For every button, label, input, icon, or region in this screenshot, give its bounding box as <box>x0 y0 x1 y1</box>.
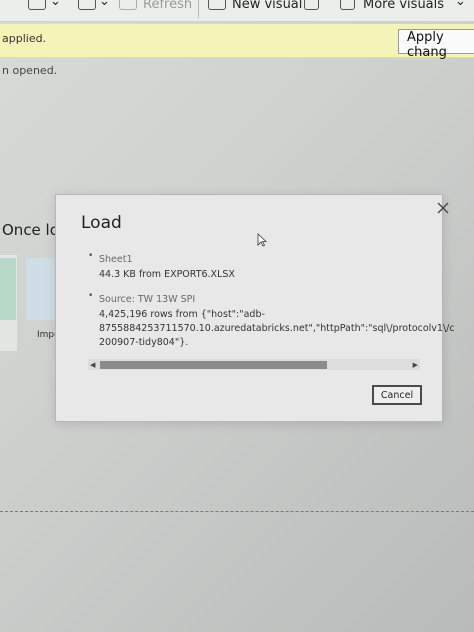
mouse-cursor-icon <box>257 233 267 247</box>
chevron-down-icon[interactable]: ⌄ <box>455 0 466 9</box>
card-thumbnail <box>0 258 16 320</box>
status-text: n opened. <box>2 64 58 77</box>
chevron-down-icon[interactable]: ⌄ <box>99 0 110 9</box>
item-detail: 200907-tidy804"}. <box>99 337 189 348</box>
scroll-right-icon[interactable]: ▶ <box>413 361 418 369</box>
close-icon[interactable] <box>436 201 450 215</box>
history-icon[interactable] <box>28 0 46 10</box>
dialog-title: Load <box>81 213 122 233</box>
horizontal-scrollbar[interactable]: ◀ ▶ <box>88 359 420 370</box>
item-detail: 44.3 KB from EXPORT6.XLSX <box>99 269 235 280</box>
toolbar-separator <box>198 0 199 18</box>
refresh-button[interactable]: Refresh <box>143 0 192 12</box>
pending-changes-banner: applied. Apply chang <box>0 24 474 60</box>
scroll-left-icon[interactable]: ◀ <box>90 361 95 369</box>
visual-gallery-icon[interactable] <box>340 0 355 10</box>
load-dialog: Load • Sheet1 44.3 KB from EXPORT6.XLSX … <box>55 194 455 422</box>
item-detail: 4,425,196 rows from {"host":"adb- <box>99 309 265 320</box>
item-name: Sheet1 <box>99 254 133 265</box>
divider <box>0 511 474 512</box>
bullet-icon: • <box>88 291 94 301</box>
refresh-icon[interactable] <box>119 0 137 10</box>
apply-changes-button[interactable]: Apply chang <box>398 29 474 60</box>
bullet-icon: • <box>88 251 94 261</box>
text-box-icon[interactable] <box>304 0 319 10</box>
scrollbar-thumb[interactable] <box>100 361 327 369</box>
banner-text: applied. <box>2 32 47 45</box>
chevron-down-icon[interactable]: ⌄ <box>50 0 61 9</box>
new-visual-button[interactable]: New visual <box>232 0 302 12</box>
cancel-button[interactable]: Cancel <box>372 385 422 405</box>
more-visuals-button[interactable]: More visuals <box>363 0 444 12</box>
item-name: Source: TW 13W SPI <box>99 294 196 305</box>
edit-icon[interactable] <box>78 0 96 10</box>
item-detail: 8755884253711570.10.azuredatabricks.net"… <box>99 323 455 334</box>
new-visual-icon[interactable] <box>208 0 226 10</box>
ribbon-toolbar: ⌄ ⌄ Refresh New visual More visuals ⌄ <box>0 0 474 22</box>
